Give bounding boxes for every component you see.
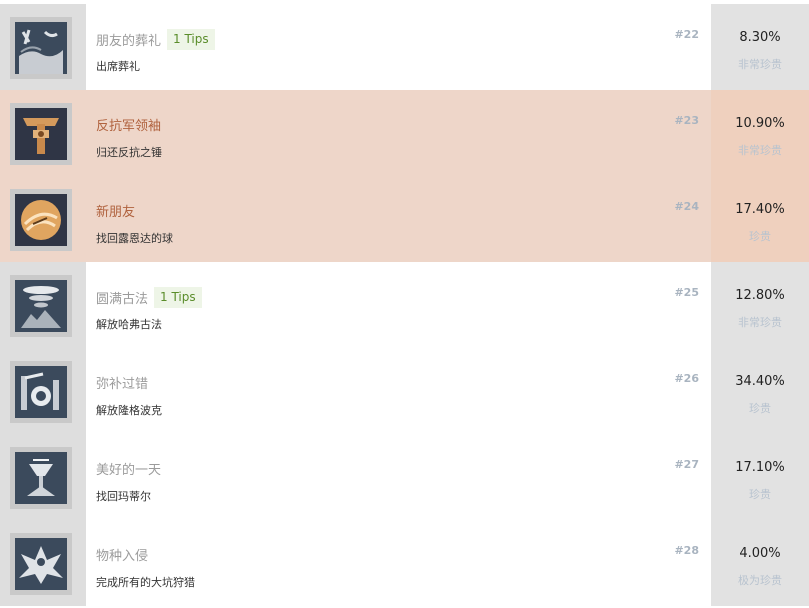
icon-column (0, 520, 86, 606)
unlock-percent: 17.40% (735, 202, 785, 217)
achievement-description: 归还反抗之锤 (96, 146, 162, 159)
chalice-icon (15, 452, 67, 504)
achievement-details: 反抗军领袖 归还反抗之锤 #23 (86, 90, 711, 176)
achievement-row[interactable]: 朋友的葬礼 1 Tips 出席葬礼 #22 8.30% 非常珍贵 (0, 4, 809, 90)
achievement-details: 美好的一天 找回玛蒂尔 #27 (86, 434, 711, 520)
achievement-number: #27 (674, 458, 699, 471)
achievement-description: 完成所有的大坑狩猎 (96, 576, 195, 589)
achievement-title[interactable]: 弥补过错 (96, 373, 148, 392)
achievement-title-line: 物种入侵 (96, 545, 148, 564)
unlock-percent: 4.00% (739, 546, 781, 561)
tips-badge[interactable]: 1 Tips (154, 287, 202, 308)
achievement-description: 解放隆格波克 (96, 404, 162, 417)
icon-column (0, 4, 86, 90)
unlock-percent: 34.40% (735, 374, 785, 389)
achievement-icon-frame (10, 275, 72, 337)
achievement-number: #23 (674, 114, 699, 127)
unlock-stats: 10.90% 非常珍贵 (711, 90, 809, 176)
rarity-label: 珍贵 (749, 488, 771, 501)
machine-icon (15, 366, 67, 418)
achievement-number: #25 (674, 286, 699, 299)
achievement-title[interactable]: 新朋友 (96, 201, 135, 220)
achievement-row[interactable]: 圆满古法 1 Tips 解放哈弗古法 #25 12.80% 非常珍贵 (0, 262, 809, 348)
achievement-icon-frame (10, 189, 72, 251)
achievement-description: 解放哈弗古法 (96, 318, 162, 331)
unlock-stats: 17.10% 珍贵 (711, 434, 809, 520)
unlock-stats: 17.40% 珍贵 (711, 176, 809, 262)
achievement-title-line: 美好的一天 (96, 459, 161, 478)
achievement-title[interactable]: 朋友的葬礼 (96, 30, 161, 49)
achievement-list: 朋友的葬礼 1 Tips 出席葬礼 #22 8.30% 非常珍贵 反抗军领袖 归… (0, 0, 809, 608)
icon-column (0, 348, 86, 434)
dragon-icon (15, 538, 67, 590)
achievement-icon-frame (10, 447, 72, 509)
achievement-description: 出席葬礼 (96, 60, 140, 73)
icon-column (0, 262, 86, 348)
unlock-percent: 10.90% (735, 116, 785, 131)
achievement-title-line: 圆满古法 1 Tips (96, 287, 202, 308)
funeral-icon (15, 22, 67, 74)
achievement-icon-frame (10, 533, 72, 595)
rarity-label: 非常珍贵 (738, 58, 782, 71)
achievement-title[interactable]: 美好的一天 (96, 459, 161, 478)
tornado-icon (15, 280, 67, 332)
rarity-label: 非常珍贵 (738, 316, 782, 329)
achievement-details: 新朋友 找回露恩达的球 #24 (86, 176, 711, 262)
rarity-label: 极为珍贵 (738, 574, 782, 587)
achievement-row[interactable]: 反抗军领袖 归还反抗之锤 #23 10.90% 非常珍贵 (0, 90, 809, 176)
tips-badge[interactable]: 1 Tips (167, 29, 215, 50)
rarity-label: 非常珍贵 (738, 144, 782, 157)
icon-column (0, 176, 86, 262)
achievement-number: #28 (674, 544, 699, 557)
achievement-title[interactable]: 物种入侵 (96, 545, 148, 564)
unlock-percent: 12.80% (735, 288, 785, 303)
unlock-percent: 17.10% (735, 460, 785, 475)
orb-icon (15, 194, 67, 246)
achievement-title-line: 新朋友 (96, 201, 135, 220)
achievement-icon-frame (10, 361, 72, 423)
unlock-stats: 8.30% 非常珍贵 (711, 4, 809, 90)
achievement-title[interactable]: 反抗军领袖 (96, 115, 161, 134)
unlock-stats: 12.80% 非常珍贵 (711, 262, 809, 348)
icon-column (0, 90, 86, 176)
hammer-icon (15, 108, 67, 160)
rarity-label: 珍贵 (749, 230, 771, 243)
achievement-icon-frame (10, 103, 72, 165)
achievement-details: 物种入侵 完成所有的大坑狩猎 #28 (86, 520, 711, 606)
achievement-title[interactable]: 圆满古法 (96, 288, 148, 307)
achievement-title-line: 朋友的葬礼 1 Tips (96, 29, 215, 50)
achievement-number: #26 (674, 372, 699, 385)
achievement-number: #24 (674, 200, 699, 213)
achievement-details: 圆满古法 1 Tips 解放哈弗古法 #25 (86, 262, 711, 348)
rarity-label: 珍贵 (749, 402, 771, 415)
achievement-description: 找回露恩达的球 (96, 232, 173, 245)
achievement-title-line: 弥补过错 (96, 373, 148, 392)
achievement-row[interactable]: 美好的一天 找回玛蒂尔 #27 17.10% 珍贵 (0, 434, 809, 520)
achievement-description: 找回玛蒂尔 (96, 490, 151, 503)
unlock-percent: 8.30% (739, 30, 781, 45)
achievement-details: 弥补过错 解放隆格波克 #26 (86, 348, 711, 434)
achievement-row[interactable]: 物种入侵 完成所有的大坑狩猎 #28 4.00% 极为珍贵 (0, 520, 809, 606)
achievement-row[interactable]: 新朋友 找回露恩达的球 #24 17.40% 珍贵 (0, 176, 809, 262)
unlock-stats: 4.00% 极为珍贵 (711, 520, 809, 606)
achievement-icon-frame (10, 17, 72, 79)
unlock-stats: 34.40% 珍贵 (711, 348, 809, 434)
achievement-details: 朋友的葬礼 1 Tips 出席葬礼 #22 (86, 4, 711, 90)
icon-column (0, 434, 86, 520)
achievement-row[interactable]: 弥补过错 解放隆格波克 #26 34.40% 珍贵 (0, 348, 809, 434)
achievement-title-line: 反抗军领袖 (96, 115, 161, 134)
achievement-number: #22 (674, 28, 699, 41)
